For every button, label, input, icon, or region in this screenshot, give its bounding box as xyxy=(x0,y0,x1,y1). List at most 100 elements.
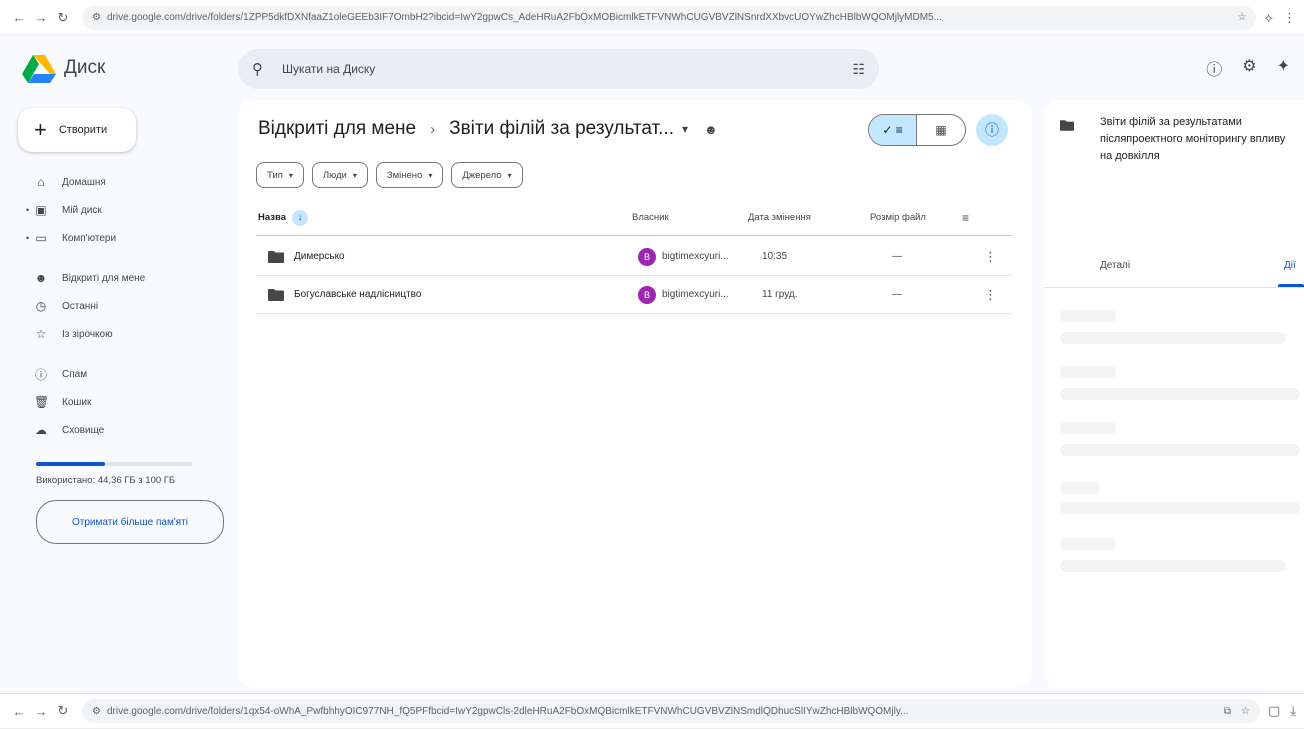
sidebar-item-computers[interactable]: • ▭ Комп'ютери xyxy=(0,224,236,252)
search-icon[interactable]: ⚲ xyxy=(252,60,270,78)
sidebar-item-spam[interactable]: ⓘ Спам xyxy=(0,360,236,388)
sidebar-item-storage[interactable]: ☁ Сховище xyxy=(0,416,236,444)
search-input[interactable]: Шукати на Диску xyxy=(282,62,852,76)
sort-options-icon[interactable]: ≡ xyxy=(962,211,969,225)
file-name: Богуславське надлісництво xyxy=(294,289,422,300)
filter-chips: Тип ▾ Люди ▾ Змінено ▾ Джерело ▾ xyxy=(256,162,523,188)
bookmark-star-icon[interactable]: ☆ xyxy=(1241,706,1250,717)
expand-icon[interactable]: • xyxy=(26,233,29,243)
get-more-storage-button[interactable]: Отримати більше пам'яті xyxy=(36,500,224,544)
search-bar[interactable]: ⚲ Шукати на Диску ☷ xyxy=(238,49,879,89)
star-icon: ☆ xyxy=(35,327,47,341)
address-bar[interactable]: ⚙ drive.google.com/drive/folders/1qx54-o… xyxy=(82,699,1260,723)
details-panel: Звіти філій за результатами післяпроектн… xyxy=(1044,100,1304,688)
filter-type[interactable]: Тип ▾ xyxy=(256,162,304,188)
list-view-button[interactable]: ✓ ≡ xyxy=(869,115,918,145)
sidebar-item-my-drive[interactable]: • ▣ Мій диск xyxy=(0,196,236,224)
filter-source[interactable]: Джерело ▾ xyxy=(451,162,523,188)
tab-activity[interactable]: Дії xyxy=(1284,260,1296,271)
create-button[interactable]: + Створити xyxy=(18,108,136,152)
extensions-icon[interactable]: ▢ xyxy=(1268,703,1280,719)
shared-folder-icon xyxy=(268,250,284,263)
filter-people[interactable]: Люди ▾ xyxy=(311,162,368,188)
info-icon[interactable]: ⓘ xyxy=(976,114,1008,146)
sidebar-item-label: Домашня xyxy=(62,176,106,188)
sidebar-item-label: Комп'ютери xyxy=(62,232,117,244)
column-size[interactable]: Розмір файл xyxy=(870,212,926,223)
url-text: drive.google.com/drive/folders/1qx54-oWh… xyxy=(106,705,909,717)
sidebar-item-label: Спам xyxy=(62,368,88,380)
shared-icon: ☻ xyxy=(34,271,48,285)
column-owner[interactable]: Власник xyxy=(632,212,669,223)
file-size: — xyxy=(892,251,902,262)
sidebar-item-label: Мій диск xyxy=(62,204,102,216)
search-options-icon[interactable]: ☷ xyxy=(852,61,865,78)
caret-down-icon[interactable]: ▾ xyxy=(682,122,688,136)
owner: B bigtimexcyuri... xyxy=(638,285,729,304)
drive-logo[interactable]: Диск xyxy=(22,53,232,83)
active-tab-indicator xyxy=(1278,284,1304,287)
table-row[interactable]: Богуславське надлісництво B bigtimexcyur… xyxy=(256,276,1012,314)
reload-icon[interactable]: ↻ xyxy=(52,700,74,722)
menu-icon[interactable]: ⋮ xyxy=(1283,10,1296,26)
reload-icon[interactable]: ↻ xyxy=(52,7,74,29)
browser-toolbar-top: ← → ↻ ⚙ drive.google.com/drive/folders/1… xyxy=(0,0,1304,36)
logo-text: Диск xyxy=(64,57,106,78)
forward-icon[interactable]: → xyxy=(30,700,52,722)
sidebar-item-home[interactable]: ⌂ Домашня xyxy=(0,168,236,196)
sidebar-item-starred[interactable]: ☆ Із зірочкою xyxy=(0,320,236,348)
loading-skeleton xyxy=(1060,560,1286,572)
table-row[interactable]: Димерсько B bigtimexcyuri... 10:35 — ⋮ xyxy=(256,238,1012,276)
avatar: B xyxy=(638,247,656,266)
trash-icon: 🗑 xyxy=(34,395,50,409)
loading-skeleton xyxy=(1060,444,1300,456)
sidebar-item-trash[interactable]: 🗑 Кошик xyxy=(0,388,236,416)
help-icon[interactable]: ⓘ xyxy=(1206,56,1222,80)
gemini-icon[interactable]: ✦ xyxy=(1277,56,1290,80)
tune-icon[interactable]: ⚙ xyxy=(92,12,101,23)
more-actions-icon[interactable]: ⋮ xyxy=(984,249,997,265)
owner: B bigtimexcyuri... xyxy=(638,247,729,266)
column-name[interactable]: Назва ↓ xyxy=(258,209,308,226)
storage-progress xyxy=(36,462,192,466)
sidebar-item-shared[interactable]: ☻ Відкриті для мене xyxy=(0,264,236,292)
sidebar-item-recent[interactable]: ◷ Останні xyxy=(0,292,236,320)
install-icon[interactable]: ⧉ xyxy=(1224,706,1231,717)
sidebar-item-label: Кошик xyxy=(62,396,92,408)
spam-icon: ⓘ xyxy=(34,367,47,382)
loading-skeleton xyxy=(1060,310,1116,322)
filter-label: Люди xyxy=(322,169,347,181)
storage-progress-fill xyxy=(36,462,105,466)
grid-view-button[interactable]: ▦ xyxy=(917,115,965,145)
address-bar[interactable]: ⚙ drive.google.com/drive/folders/1ZPP5dk… xyxy=(82,5,1257,30)
extensions-icon[interactable]: ⟡ xyxy=(1264,10,1273,26)
back-icon[interactable]: ← xyxy=(8,7,30,29)
download-icon[interactable]: ⤓ xyxy=(1290,703,1296,719)
loading-skeleton xyxy=(1060,366,1116,378)
filter-label: Джерело xyxy=(462,169,502,181)
sidebar-item-label: Останні xyxy=(62,300,99,312)
details-title: Звіти філій за результатами післяпроектн… xyxy=(1100,116,1286,162)
view-toggle: ✓ ≡ ▦ xyxy=(868,114,966,146)
breadcrumb-root[interactable]: Відкриті для мене xyxy=(258,118,416,140)
back-icon[interactable]: ← xyxy=(8,700,30,722)
breadcrumb-current[interactable]: Звіти філій за результат... xyxy=(449,118,674,140)
more-actions-icon[interactable]: ⋮ xyxy=(984,287,997,303)
loading-skeleton xyxy=(1060,388,1300,400)
settings-icon[interactable]: ⚙ xyxy=(1242,56,1256,80)
caret-down-icon: ▾ xyxy=(428,170,433,180)
owner-name: bigtimexcyuri... xyxy=(662,251,729,262)
breadcrumb: Відкриті для мене › Звіти філій за резул… xyxy=(258,118,718,140)
bookmark-star-icon[interactable]: ☆ xyxy=(1237,12,1246,23)
sidebar-nav: ⌂ Домашня • ▣ Мій диск • ▭ Комп'ютери ☻ … xyxy=(0,168,236,444)
file-size: — xyxy=(892,289,902,300)
sort-arrow-icon[interactable]: ↓ xyxy=(291,209,308,226)
column-modified[interactable]: Дата змінення xyxy=(748,212,811,223)
shared-people-icon[interactable]: ☻ xyxy=(704,122,718,137)
tune-icon[interactable]: ⚙ xyxy=(92,706,101,717)
tab-details[interactable]: Деталі xyxy=(1100,260,1130,271)
filter-modified[interactable]: Змінено ▾ xyxy=(375,162,444,188)
forward-icon[interactable]: → xyxy=(30,7,52,29)
expand-icon[interactable]: • xyxy=(26,205,29,215)
app-header: Диск ⚲ Шукати на Диску ☷ ⓘ ⚙ ✦ xyxy=(0,36,1304,100)
